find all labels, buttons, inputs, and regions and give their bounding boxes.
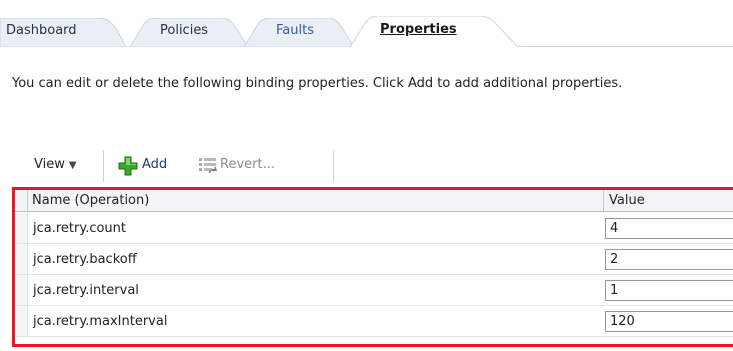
revert-icon xyxy=(198,156,218,176)
table-header: Name (Operation) Value xyxy=(15,190,733,212)
chevron-down-icon: ▼ xyxy=(68,160,77,171)
property-name: jca.retry.count xyxy=(33,221,127,236)
tab-dashboard-label: Dashboard xyxy=(6,23,77,38)
table-row[interactable]: jca.retry.count xyxy=(15,213,733,244)
tab-faults-label: Faults xyxy=(276,23,314,38)
property-name: jca.retry.interval xyxy=(33,283,139,298)
column-header-name[interactable]: Name (Operation) xyxy=(28,190,604,212)
column-header-value[interactable]: Value xyxy=(605,190,733,212)
row-selector[interactable] xyxy=(15,213,28,243)
property-name: jca.retry.backoff xyxy=(33,252,137,267)
toolbar-separator xyxy=(333,150,334,182)
plus-icon xyxy=(118,156,138,176)
row-selector[interactable] xyxy=(15,244,28,274)
tab-dashboard[interactable]: Dashboard xyxy=(0,18,128,47)
table-toolbar: View ▼ Add Revert... xyxy=(0,150,340,184)
tab-properties[interactable]: Properties xyxy=(350,16,520,47)
property-value-input[interactable] xyxy=(605,280,733,301)
revert-button-label: Revert... xyxy=(220,157,275,172)
table-row[interactable]: jca.retry.interval xyxy=(15,275,733,306)
add-button-label: Add xyxy=(142,157,168,172)
tab-strip: Dashboard Policies Faults Properties xyxy=(0,0,733,47)
property-value-input[interactable] xyxy=(605,218,733,239)
tab-faults[interactable]: Faults xyxy=(244,18,356,47)
tab-policies-label: Policies xyxy=(160,23,209,38)
row-selector-header xyxy=(15,190,28,212)
table-row[interactable]: jca.retry.maxInterval xyxy=(15,306,733,337)
row-selector[interactable] xyxy=(15,306,28,336)
description-text: You can edit or delete the following bin… xyxy=(12,76,623,91)
row-selector[interactable] xyxy=(15,275,28,305)
toolbar-separator xyxy=(103,150,104,182)
view-menu-label: View xyxy=(34,157,65,172)
tab-properties-label: Properties xyxy=(380,22,457,37)
property-value-input[interactable] xyxy=(605,249,733,270)
property-name: jca.retry.maxInterval xyxy=(33,314,168,329)
properties-table: Name (Operation) Value jca.retry.count j… xyxy=(12,187,733,347)
view-menu-button[interactable]: View ▼ xyxy=(34,157,77,172)
revert-button[interactable]: Revert... xyxy=(198,156,318,176)
tab-policies[interactable]: Policies xyxy=(130,18,250,47)
property-value-input[interactable] xyxy=(605,311,733,332)
table-row[interactable]: jca.retry.backoff xyxy=(15,244,733,275)
